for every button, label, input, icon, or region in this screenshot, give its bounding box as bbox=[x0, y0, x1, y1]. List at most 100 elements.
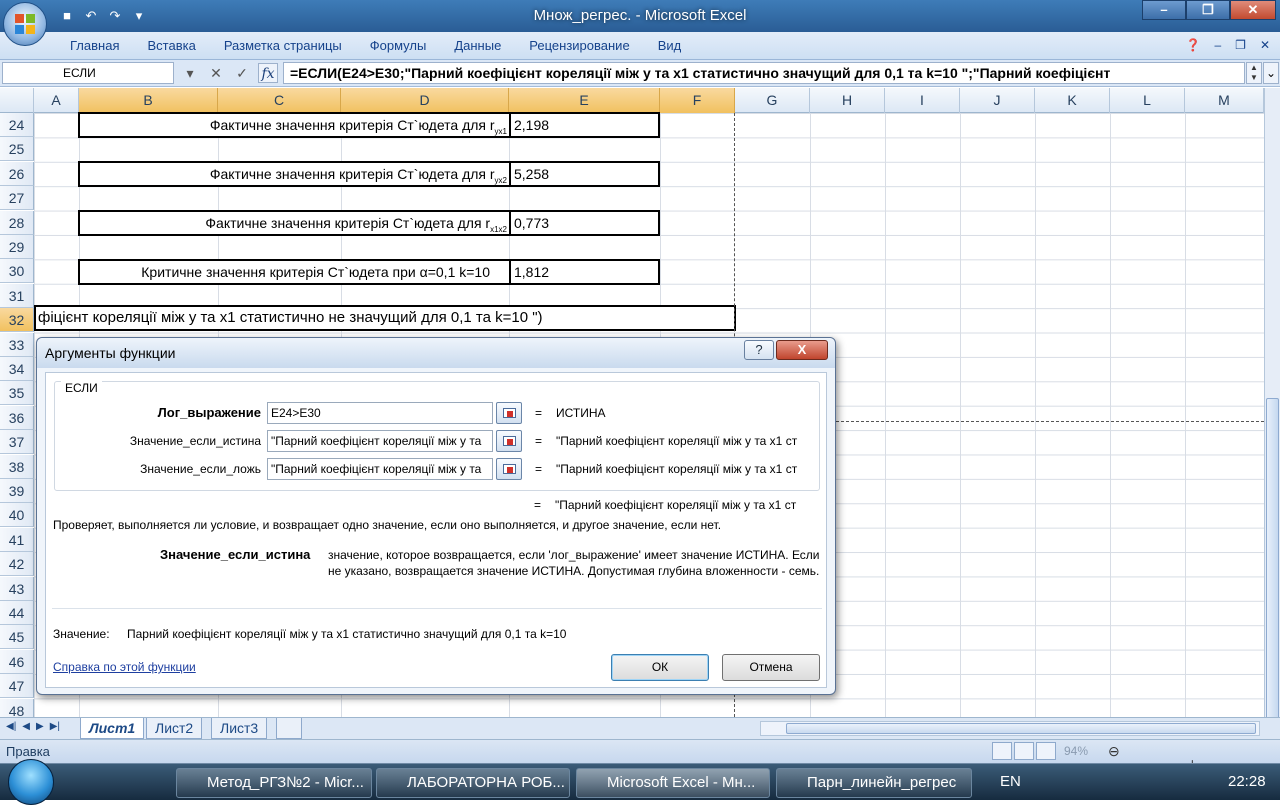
next-sheet-icon[interactable]: ▶ bbox=[36, 721, 44, 732]
collapse-dialog-icon[interactable] bbox=[496, 458, 522, 480]
ribbon-close-icon[interactable]: ✕ bbox=[1260, 38, 1270, 52]
sheet-tab-1[interactable]: Лист1 bbox=[80, 718, 145, 739]
row-header[interactable]: 39 bbox=[0, 479, 34, 503]
vertical-scrollbar[interactable] bbox=[1264, 88, 1280, 778]
row-header[interactable]: 30 bbox=[0, 259, 34, 284]
taskbar-item[interactable]: ЛАБОРАТОРНА РОБ... bbox=[376, 768, 570, 798]
ribbon-restore-icon[interactable]: ❐ bbox=[1235, 38, 1246, 52]
row-header[interactable]: 45 bbox=[0, 625, 34, 650]
enter-entry-icon[interactable]: ✓ bbox=[232, 63, 252, 83]
arg-input-value-if-true[interactable]: "Парний коефіцієнт кореляції між у та bbox=[267, 430, 493, 452]
ok-button[interactable]: ОК bbox=[611, 654, 709, 681]
insert-function-icon[interactable]: fx bbox=[258, 63, 278, 83]
row-header[interactable]: 29 bbox=[0, 235, 34, 259]
col-header-j[interactable]: J bbox=[960, 88, 1035, 113]
namebox-dropdown-icon[interactable]: ▾ bbox=[180, 63, 200, 83]
sheet-tab-3[interactable]: Лист3 bbox=[211, 718, 268, 739]
dialog-help-button[interactable]: ? bbox=[744, 340, 774, 360]
tab-home[interactable]: Главная bbox=[70, 38, 119, 53]
scroll-thumb[interactable] bbox=[786, 723, 1256, 734]
row-header[interactable]: 28 bbox=[0, 210, 34, 235]
minimize-button[interactable]: – bbox=[1142, 0, 1186, 20]
row-header[interactable]: 47 bbox=[0, 674, 34, 699]
cell-block-row26[interactable]: Фактичне значення критерія Ст`юдета для … bbox=[78, 161, 660, 187]
cell-block-row28[interactable]: Фактичне значення критерія Ст`юдета для … bbox=[78, 210, 660, 236]
dialog-close-button[interactable]: X bbox=[776, 340, 828, 360]
cancel-button[interactable]: Отмена bbox=[722, 654, 820, 681]
row-header[interactable]: 42 bbox=[0, 552, 34, 577]
page-break-view-icon[interactable] bbox=[1036, 742, 1056, 760]
arg-input-value-if-false[interactable]: "Парний коефіцієнт кореляції між у та bbox=[267, 458, 493, 480]
col-header-a[interactable]: A bbox=[34, 88, 79, 113]
row-header[interactable]: 40 bbox=[0, 503, 34, 528]
col-header-m[interactable]: M bbox=[1185, 88, 1264, 113]
tab-insert[interactable]: Вставка bbox=[147, 38, 195, 53]
function-help-link[interactable]: Справка по этой функции bbox=[53, 660, 196, 674]
taskbar-item[interactable]: Парн_линейн_регрес bbox=[776, 768, 972, 798]
row-header[interactable]: 32 bbox=[0, 308, 34, 333]
language-indicator[interactable]: EN bbox=[1000, 773, 1021, 790]
row-header[interactable]: 33 bbox=[0, 332, 34, 357]
col-header-i[interactable]: I bbox=[885, 88, 960, 113]
customize-qat-icon[interactable]: ▾ bbox=[130, 7, 148, 25]
col-header-h[interactable]: H bbox=[810, 88, 885, 113]
name-box[interactable]: ЕСЛИ bbox=[2, 62, 174, 84]
taskbar-item[interactable]: Метод_РГЗ№2 - Micr... bbox=[176, 768, 372, 798]
ribbon-minimize-icon[interactable]: – bbox=[1214, 38, 1221, 52]
row-header[interactable]: 37 bbox=[0, 430, 34, 455]
row-header[interactable]: 46 bbox=[0, 649, 34, 674]
cell-block-row30[interactable]: Критичне значення критерія Ст`юдета при … bbox=[78, 259, 660, 285]
taskbar-item-active[interactable]: Microsoft Excel - Мн... bbox=[576, 768, 770, 798]
col-header-c[interactable]: C bbox=[218, 88, 341, 113]
normal-view-icon[interactable] bbox=[992, 742, 1012, 760]
row-header[interactable]: 24 bbox=[0, 113, 34, 137]
start-button[interactable] bbox=[8, 759, 54, 805]
save-icon[interactable]: ■ bbox=[58, 7, 76, 25]
cancel-entry-icon[interactable]: ✕ bbox=[206, 63, 226, 83]
row-header[interactable]: 36 bbox=[0, 405, 34, 430]
horizontal-scrollbar[interactable] bbox=[760, 721, 1260, 736]
insert-sheet-icon[interactable] bbox=[276, 718, 302, 739]
collapse-dialog-icon[interactable] bbox=[496, 430, 522, 452]
tab-formulas[interactable]: Формулы bbox=[370, 38, 427, 53]
col-header-d[interactable]: D bbox=[341, 88, 509, 113]
col-header-b[interactable]: B bbox=[79, 88, 218, 113]
collapse-dialog-icon[interactable] bbox=[496, 402, 522, 424]
tab-data[interactable]: Данные bbox=[454, 38, 501, 53]
close-button[interactable]: ✕ bbox=[1230, 0, 1276, 20]
row-header[interactable]: 43 bbox=[0, 576, 34, 601]
prev-sheet-icon[interactable]: ◀ bbox=[22, 721, 30, 732]
zoom-slider[interactable]: ⊖ ────────┼──────── ⊕ bbox=[1108, 743, 1278, 792]
row-header[interactable]: 38 bbox=[0, 454, 34, 479]
row-header[interactable]: 27 bbox=[0, 186, 34, 211]
col-header-e[interactable]: E bbox=[509, 88, 660, 113]
row-header[interactable]: 41 bbox=[0, 527, 34, 552]
active-cell-edit[interactable]: фіцієнт кореляції між у та х1 статистичн… bbox=[34, 305, 736, 331]
help-icon[interactable]: ❓ bbox=[1186, 38, 1201, 52]
row-header[interactable]: 34 bbox=[0, 357, 34, 381]
first-sheet-icon[interactable]: ◀| bbox=[6, 721, 16, 732]
page-layout-view-icon[interactable] bbox=[1014, 742, 1034, 760]
tab-page-layout[interactable]: Разметка страницы bbox=[224, 38, 342, 53]
tab-view[interactable]: Вид bbox=[658, 38, 682, 53]
row-header[interactable]: 25 bbox=[0, 137, 34, 162]
maximize-button[interactable]: ❐ bbox=[1186, 0, 1230, 20]
col-header-g[interactable]: G bbox=[735, 88, 810, 113]
row-header[interactable]: 26 bbox=[0, 161, 34, 186]
row-header[interactable]: 35 bbox=[0, 381, 34, 406]
select-all-corner[interactable] bbox=[0, 88, 34, 113]
col-header-f[interactable]: F bbox=[660, 88, 735, 113]
expand-formula-bar-icon[interactable]: ⌄ bbox=[1263, 62, 1279, 84]
redo-icon[interactable]: ↷ bbox=[106, 7, 124, 25]
last-sheet-icon[interactable]: ▶| bbox=[50, 721, 60, 732]
clock[interactable]: 22:28 bbox=[1228, 773, 1266, 790]
col-header-k[interactable]: K bbox=[1035, 88, 1110, 113]
formula-scroll-icon[interactable]: ▲ ▼ bbox=[1246, 62, 1262, 84]
office-button[interactable] bbox=[3, 2, 47, 46]
formula-input[interactable]: =ЕСЛИ(E24>E30;"Парний коефіцієнт кореляц… bbox=[283, 62, 1245, 84]
col-header-l[interactable]: L bbox=[1110, 88, 1185, 113]
undo-icon[interactable]: ↶ bbox=[82, 7, 100, 25]
arg-input-logical-test[interactable]: E24>E30 bbox=[267, 402, 493, 424]
row-header[interactable]: 44 bbox=[0, 601, 34, 625]
sheet-tab-2[interactable]: Лист2 bbox=[146, 718, 203, 739]
